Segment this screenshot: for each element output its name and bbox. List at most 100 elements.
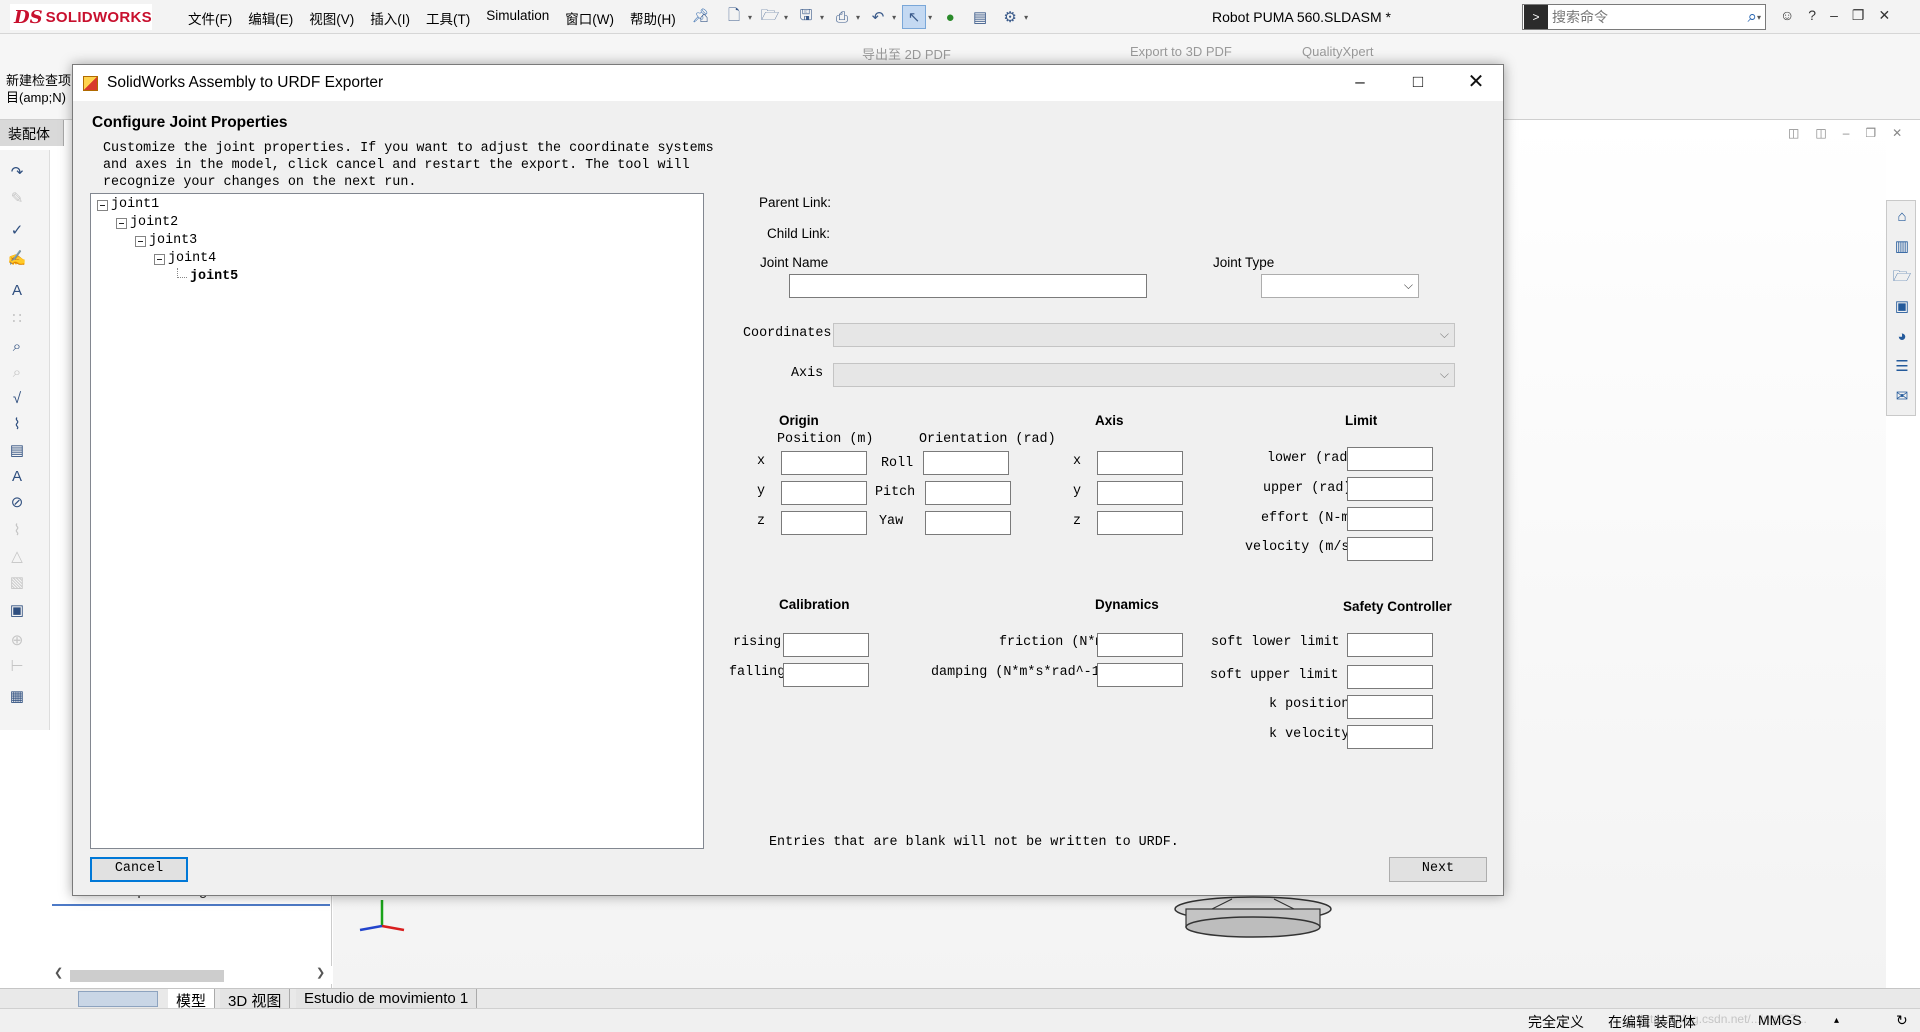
block-icon[interactable]: ▣ xyxy=(6,600,28,622)
file-properties-icon[interactable]: ▤ xyxy=(968,5,992,29)
text-icon[interactable]: A xyxy=(6,280,28,302)
rising-input[interactable] xyxy=(783,633,869,657)
sketch-icon[interactable]: ✎ xyxy=(6,188,28,210)
view-palette-icon[interactable]: ▣ xyxy=(1890,295,1914,319)
tab-model[interactable]: 模型 xyxy=(168,989,216,1010)
center-mark-icon[interactable]: △ xyxy=(6,546,28,568)
scroll-right-icon[interactable]: ❯ xyxy=(316,966,325,979)
pitch-input[interactable] xyxy=(925,481,1011,505)
axis-select[interactable]: ⌵ xyxy=(833,363,1455,387)
scroll-left-icon[interactable]: ❮ xyxy=(54,966,63,979)
export-3d-pdf-button[interactable]: Export to 3D PDF xyxy=(1130,44,1232,59)
joint-type-select[interactable]: ⌵ xyxy=(1261,274,1419,298)
export-2d-pdf-button[interactable]: 导出至 2D PDF xyxy=(862,44,951,63)
collapse-icon[interactable] xyxy=(135,235,146,247)
chevron-down-icon[interactable]: ⌵ xyxy=(1440,327,1449,342)
datum-target-icon[interactable]: ⊘ xyxy=(6,492,28,514)
gtol-icon[interactable]: ▤ xyxy=(6,440,28,462)
falling-input[interactable] xyxy=(783,663,869,687)
chevron-down-icon[interactable]: ▾ xyxy=(748,13,752,22)
chevron-down-icon[interactable]: ▾ xyxy=(928,13,932,22)
surface-finish-icon[interactable]: √ xyxy=(6,388,28,410)
new-document-icon[interactable]: 🗋︎ xyxy=(722,5,746,29)
table-icon[interactable]: ▦ xyxy=(6,686,28,708)
joint-name-input[interactable] xyxy=(789,274,1147,298)
revision-icon[interactable]: ⊢ xyxy=(6,656,28,678)
pattern-icon[interactable]: ∷ xyxy=(6,308,28,330)
magnet-icon[interactable]: ⌕ xyxy=(6,362,28,384)
print-icon[interactable]: ⎙ xyxy=(830,5,854,29)
collapse-icon[interactable] xyxy=(154,253,165,265)
axis-z-input[interactable] xyxy=(1097,511,1183,535)
menu-help[interactable]: 帮助(H) xyxy=(622,8,684,28)
chevron-down-icon[interactable]: ▾ xyxy=(892,13,896,22)
qualityxpert-button[interactable]: QualityXpert xyxy=(1302,44,1374,59)
friction-input[interactable] xyxy=(1097,633,1183,657)
chevron-down-icon[interactable]: ▾ xyxy=(1024,13,1028,22)
home-icon[interactable]: ⌂ xyxy=(692,5,716,29)
search-input[interactable]: 搜索命令 xyxy=(1552,7,1747,27)
rebuild-icon[interactable]: ↻ xyxy=(1896,1012,1908,1029)
datum-icon[interactable]: A xyxy=(6,466,28,488)
select-pointer-icon[interactable]: ↖ xyxy=(902,5,927,29)
chevron-down-icon[interactable]: ▾ xyxy=(820,13,824,22)
menu-insert[interactable]: 插入(I) xyxy=(362,8,418,28)
close-icon[interactable]: ✕ xyxy=(1878,7,1890,24)
position-z-input[interactable] xyxy=(781,511,867,535)
robot-base-model[interactable] xyxy=(1172,895,1334,939)
horizontal-scrollbar[interactable]: ❮ ❯ xyxy=(50,966,332,984)
k-velocity-input[interactable] xyxy=(1347,725,1433,749)
damping-input[interactable] xyxy=(1097,663,1183,687)
position-x-input[interactable] xyxy=(781,451,867,475)
tab-navigation-arrows[interactable] xyxy=(78,991,158,1007)
paint-icon[interactable]: ✍ xyxy=(6,248,28,270)
tile-left-icon[interactable]: ◫ xyxy=(1788,126,1799,140)
chevron-down-icon[interactable]: ⌵ xyxy=(1440,367,1449,382)
chevron-down-icon[interactable]: ▾ xyxy=(784,13,788,22)
collapse-icon[interactable] xyxy=(116,217,127,229)
undo-icon[interactable]: ↶ xyxy=(866,5,890,29)
user-icon[interactable]: ☺ xyxy=(1780,7,1794,24)
position-y-input[interactable] xyxy=(781,481,867,505)
viewport-restore-icon[interactable]: ❐ xyxy=(1865,126,1876,140)
restore-icon[interactable]: ❐ xyxy=(1852,7,1865,24)
menu-simulation[interactable]: Simulation xyxy=(478,8,557,28)
status-units[interactable]: MMGS xyxy=(1758,1012,1802,1028)
chevron-down-icon[interactable]: ▾ xyxy=(856,13,860,22)
next-button[interactable]: Next xyxy=(1389,857,1487,882)
centerline-icon[interactable]: ⊕ xyxy=(6,630,28,652)
new-check-item-button[interactable]: 新建检查项 目(amp;N) xyxy=(6,72,71,106)
balloon-icon[interactable]: ⌕ xyxy=(6,336,28,358)
forum-icon[interactable]: ✉ xyxy=(1890,385,1914,409)
viewport-minimize-icon[interactable]: – xyxy=(1843,126,1850,140)
solidworks-logo[interactable]: DS SOLIDWORKS xyxy=(10,4,152,30)
upper-limit-input[interactable] xyxy=(1347,477,1433,501)
design-library-icon[interactable]: ▥ xyxy=(1890,235,1914,259)
coordinates-select[interactable]: ⌵ xyxy=(833,323,1455,347)
effort-limit-input[interactable] xyxy=(1347,507,1433,531)
soft-lower-limit-input[interactable] xyxy=(1347,633,1433,657)
dialog-minimize-button[interactable]: – xyxy=(1337,69,1383,97)
tree-node-joint2[interactable]: joint2 xyxy=(116,214,178,232)
dialog-maximize-button[interactable]: □ xyxy=(1395,69,1441,97)
tree-node-joint1[interactable]: joint1 xyxy=(97,196,159,214)
hole-callout-icon[interactable]: ⌇ xyxy=(6,520,28,542)
custom-properties-icon[interactable]: ☰ xyxy=(1890,355,1914,379)
tile-right-icon[interactable]: ◫ xyxy=(1815,126,1826,140)
axis-y-input[interactable] xyxy=(1097,481,1183,505)
file-explorer-icon[interactable]: 🗁︎ xyxy=(1890,265,1914,289)
tab-motion-study[interactable]: Estudio de movimiento 1 xyxy=(296,989,478,1009)
hatch-icon[interactable]: ▧ xyxy=(6,572,28,594)
gear-icon[interactable]: ⚙ xyxy=(998,5,1022,29)
appearances-icon[interactable]: ◕ xyxy=(1890,325,1914,349)
soft-upper-limit-input[interactable] xyxy=(1347,665,1433,689)
traffic-light-icon[interactable]: ● xyxy=(938,5,962,29)
collapse-icon[interactable] xyxy=(97,199,108,211)
axis-x-input[interactable] xyxy=(1097,451,1183,475)
velocity-limit-input[interactable] xyxy=(1347,537,1433,561)
tree-node-joint3[interactable]: joint3 xyxy=(135,232,197,250)
dialog-titlebar[interactable]: SolidWorks Assembly to URDF Exporter – □… xyxy=(73,65,1503,101)
chevron-down-icon[interactable]: ⌵ xyxy=(1404,278,1413,293)
spell-check-icon[interactable]: ✓ xyxy=(6,220,28,242)
menu-view[interactable]: 视图(V) xyxy=(301,8,362,28)
